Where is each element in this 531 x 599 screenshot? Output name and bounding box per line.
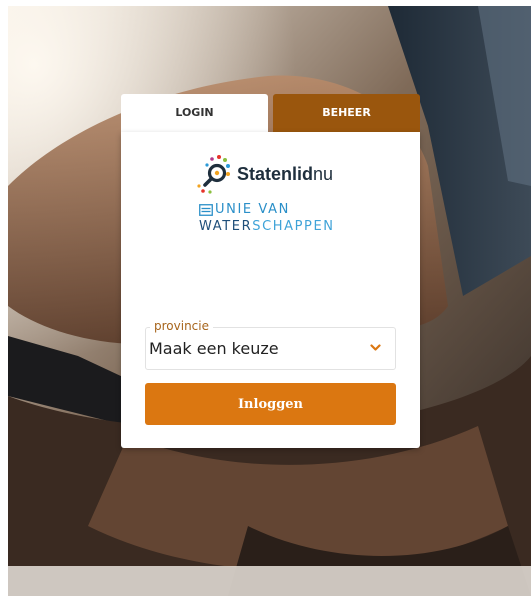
statenlid-logo: Statenlidnu <box>197 153 377 195</box>
login-card: LOGIN BEHEER Statenlidnu UNIE VAN WATERS… <box>121 94 420 448</box>
province-select[interactable]: provincie Maak een keuze <box>145 319 396 370</box>
uvw-line-2: WATERSCHAPPEN <box>199 219 335 234</box>
uvw-line-1: UNIE VAN <box>215 202 290 217</box>
login-panel: Statenlidnu UNIE VAN WATERSCHAPPEN provi… <box>121 132 420 448</box>
statenlid-wordmark: Statenlidnu <box>237 164 334 184</box>
waves-box-logo-icon <box>199 204 213 216</box>
tab-beheer[interactable]: BEHEER <box>273 94 420 132</box>
login-page: LOGIN BEHEER Statenlidnu UNIE VAN WATERS… <box>8 6 531 596</box>
tab-login[interactable]: LOGIN <box>121 94 268 132</box>
magnifier-dots-logo-icon <box>197 155 230 194</box>
unie-van-waterschappen-logo: UNIE VAN WATERSCHAPPEN <box>199 202 359 244</box>
login-button[interactable]: Inloggen <box>145 383 396 425</box>
province-value: Maak een keuze <box>149 339 279 358</box>
chevron-down-icon <box>370 344 381 351</box>
tab-bar: LOGIN BEHEER <box>121 94 420 132</box>
province-label: provincie <box>150 319 213 333</box>
